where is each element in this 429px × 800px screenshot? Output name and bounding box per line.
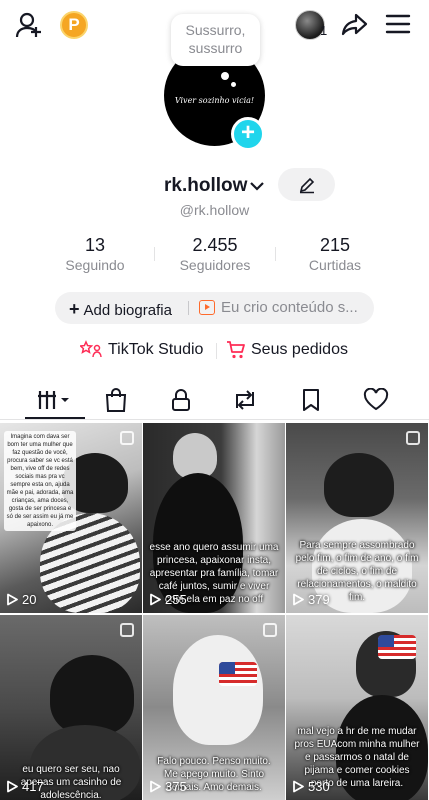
heart-icon [363, 388, 389, 411]
us-flag-emoji [219, 662, 257, 686]
tab-reposts[interactable] [215, 380, 275, 420]
user-handle: @rk.hollow [179, 202, 250, 218]
profile-tabs [0, 380, 429, 420]
name-row: rk.hollow [0, 168, 429, 204]
play-count-icon [293, 593, 304, 606]
video-thumbnail[interactable]: esse ano quero assumir uma princesa, apa… [143, 423, 285, 613]
view-count: 530 [292, 779, 330, 794]
divider [188, 301, 189, 315]
divider [154, 247, 155, 261]
multi-photo-icon [406, 431, 420, 445]
view-count-value: 375 [165, 779, 187, 794]
divider [275, 247, 276, 261]
video-thumbnail[interactable]: Para sempre assombrado pelo fim, o fim d… [286, 423, 428, 613]
video-thumbnail[interactable]: Falo pouco. Penso muito. Me apego muito.… [143, 615, 285, 800]
coin-label: P [68, 15, 80, 34]
tiktok-studio-link[interactable]: TikTok Studio [80, 340, 203, 360]
mini-avatar-count: 1 [320, 23, 328, 38]
tab-videos[interactable] [25, 380, 85, 420]
stat-likes[interactable]: 215 Curtidas [280, 235, 390, 275]
video-thumbnail[interactable]: mal vejo a hr de me mudar pros EUAcom mi… [286, 615, 428, 800]
repost-icon [236, 390, 254, 410]
bookmark-icon [303, 389, 319, 411]
view-count-value: 530 [308, 779, 330, 794]
username[interactable]: rk.hollow [164, 175, 247, 197]
thumbnail-figure [50, 655, 134, 735]
view-count: 417 [6, 779, 44, 794]
orders-label: Seus pedidos [251, 341, 348, 358]
stat-label: Seguindo [65, 257, 125, 273]
multi-photo-icon [120, 431, 134, 445]
play-count-icon [293, 780, 304, 793]
lock-icon [172, 389, 190, 411]
thumbnail-figure [324, 453, 394, 517]
stat-followers[interactable]: 2.455 Seguidores [160, 235, 270, 275]
play-count-icon [150, 780, 161, 793]
view-count: 375 [149, 779, 187, 794]
multi-photo-icon [263, 623, 277, 637]
add-bio-label: Add biografia [83, 302, 172, 319]
share-icon[interactable] [340, 9, 370, 39]
creator-status[interactable]: Eu crio conteúdo s... [221, 299, 358, 316]
stat-value: 215 [319, 235, 351, 255]
play-count-icon [7, 593, 18, 606]
view-count: 379 [292, 592, 330, 607]
add-bio-button[interactable]: + Add biografia [69, 299, 172, 320]
tab-liked[interactable] [346, 380, 406, 420]
shop-bag-icon [105, 388, 127, 412]
stat-value: 13 [84, 235, 106, 255]
view-count-value: 417 [22, 779, 44, 794]
view-count-value: 379 [308, 592, 330, 607]
play-count-icon [7, 780, 18, 793]
video-caption: Imagina com dava ser bom ter uma mulher … [4, 431, 76, 531]
bubble-dot [231, 82, 236, 87]
add-photo-button[interactable]: + [231, 117, 265, 151]
tab-favorites[interactable] [281, 380, 341, 420]
view-count-value: 20 [22, 592, 37, 607]
stat-following[interactable]: 13 Seguindo [40, 235, 150, 275]
edit-profile-button[interactable] [278, 168, 335, 201]
video-thumbnail[interactable]: Imagina com dava ser bom ter uma mulher … [0, 423, 142, 613]
stat-label: Seguidores [179, 257, 251, 273]
multi-photo-icon [120, 623, 134, 637]
view-count: 20 [6, 592, 36, 607]
tab-shop[interactable] [86, 380, 146, 420]
plus-icon: + [69, 299, 80, 319]
tab-private[interactable] [151, 380, 211, 420]
note-bubble[interactable]: Sussurro, sussurro [171, 14, 260, 66]
divider [216, 343, 217, 359]
note-line-2: sussurro [188, 40, 243, 56]
add-user-icon[interactable] [14, 9, 46, 41]
studio-label: TikTok Studio [108, 341, 204, 358]
videos-grid-icon [38, 391, 69, 409]
studio-star-icon [80, 340, 102, 358]
play-icon [199, 300, 215, 315]
cart-icon [227, 341, 245, 359]
view-count: 255 [149, 592, 187, 607]
bubble-dot [221, 72, 229, 80]
hamburger-menu-icon[interactable] [384, 10, 412, 38]
coin-icon[interactable]: P [60, 11, 88, 39]
active-tab-indicator [25, 417, 85, 419]
pencil-icon [299, 177, 314, 193]
links-row: TikTok Studio Seus pedidos [0, 338, 429, 364]
view-count-value: 255 [165, 592, 187, 607]
stat-value: 2.455 [192, 235, 238, 255]
play-count-icon [150, 593, 161, 606]
chevron-down-icon[interactable] [249, 178, 265, 194]
thumbnail-figure [173, 635, 263, 745]
orders-link[interactable]: Seus pedidos [226, 340, 348, 360]
note-line-1: Sussurro, [185, 22, 246, 38]
avatar-text: Viver sozinho vicia! [174, 96, 255, 105]
us-flag-emoji [378, 635, 416, 659]
bio-bar: + Add biografia Eu crio conteúdo s... [55, 292, 374, 324]
stats-row: 13 Seguindo 2.455 Seguidores 215 Curtida… [0, 235, 429, 275]
video-grid: Imagina com dava ser bom ter uma mulher … [0, 423, 429, 800]
video-thumbnail[interactable]: eu quero ser seu, nao apenas um casinho … [0, 615, 142, 800]
stat-label: Curtidas [308, 257, 362, 273]
